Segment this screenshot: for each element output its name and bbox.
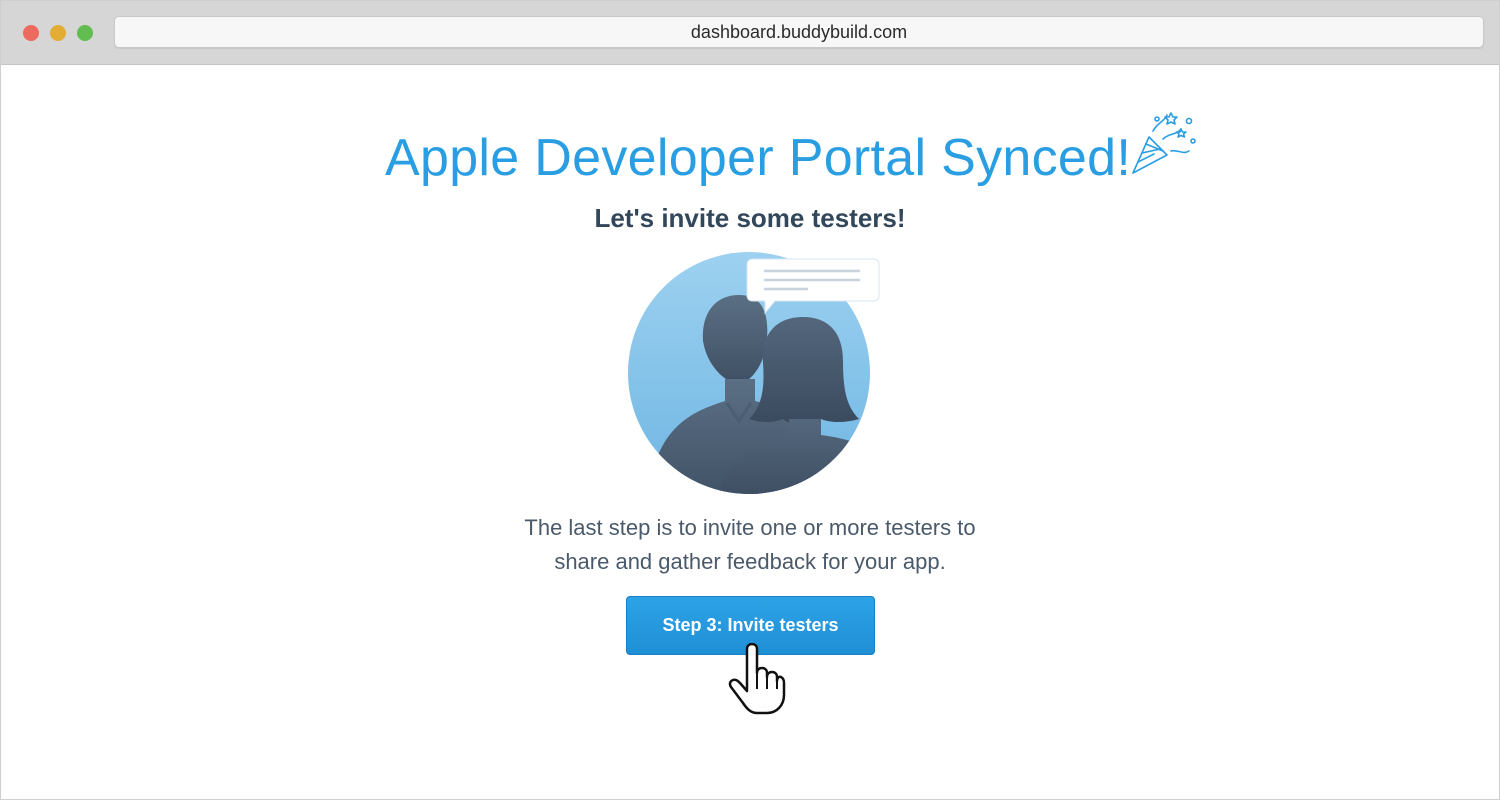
description-text: The last step is to invite one or more t… [401, 511, 1099, 579]
description-line-1: The last step is to invite one or more t… [524, 515, 976, 540]
description-line-2: share and gather feedback for your app. [554, 549, 946, 574]
hand-pointer-cursor-icon [728, 643, 786, 715]
minimize-window-button[interactable] [50, 25, 66, 41]
page-title: Apple Developer Portal Synced! [385, 129, 1132, 187]
headline-row: Apple Developer Portal Synced! [1, 113, 1499, 203]
close-window-button[interactable] [23, 25, 39, 41]
zoom-window-button[interactable] [77, 25, 93, 41]
testers-avatar-illustration [628, 252, 880, 494]
page-subtitle: Let's invite some testers! [594, 203, 906, 233]
browser-window: dashboard.buddybuild.com Apple Developer… [0, 0, 1500, 800]
browser-titlebar: dashboard.buddybuild.com [1, 1, 1499, 65]
address-bar[interactable]: dashboard.buddybuild.com [114, 16, 1484, 48]
party-popper-icon [1132, 112, 1196, 174]
page-content: Apple Developer Portal Synced! Let's inv… [1, 65, 1499, 799]
